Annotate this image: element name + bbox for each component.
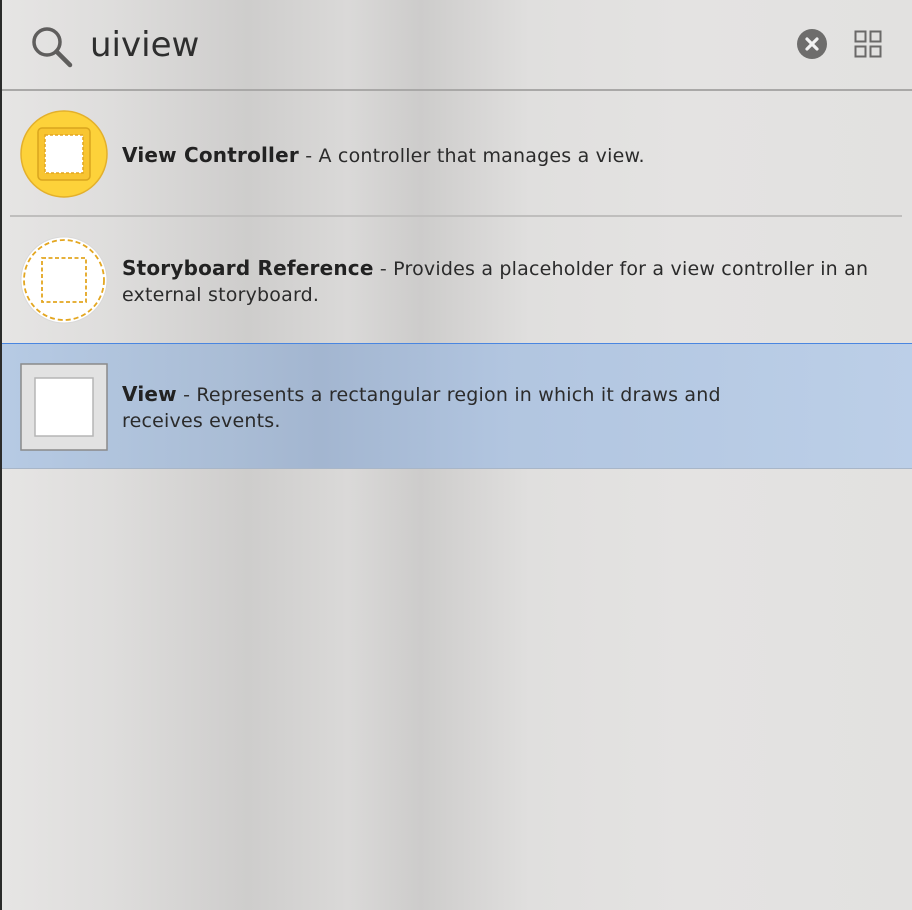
list-item-description: Represents a rectangular region in which… (122, 384, 721, 432)
view-controller-icon (20, 110, 108, 198)
list-item-text: Storyboard Reference - Provides a placeh… (122, 255, 882, 308)
search-bar (2, 0, 912, 91)
list-item-view-controller[interactable]: View Controller - A controller that mana… (2, 93, 912, 217)
close-circle-icon (805, 37, 819, 51)
list-item-text: View - Represents a rectangular region i… (122, 381, 762, 434)
list-item-separator: - (373, 258, 394, 280)
view-icon (20, 363, 108, 451)
list-item-title: View Controller (122, 143, 299, 167)
list-item-description: A controller that manages a view. (318, 145, 645, 167)
list-item-view-selected[interactable]: View - Represents a rectangular region i… (2, 343, 912, 469)
list-item-separator: - (298, 145, 319, 167)
list-item-storyboard-reference[interactable]: Storyboard Reference - Provides a placeh… (2, 217, 912, 343)
list-item-separator: - (176, 384, 197, 406)
search-input[interactable] (90, 22, 770, 68)
list-item-title: View (122, 382, 177, 406)
storyboard-reference-icon (20, 236, 108, 324)
library-panel: View Controller - A controller that mana… (2, 0, 912, 910)
search-icon (32, 27, 73, 68)
list-item-title: Storyboard Reference (122, 256, 374, 280)
list-item-text: View Controller - A controller that mana… (122, 142, 882, 169)
clear-search-button[interactable] (797, 29, 827, 59)
grid-view-icon[interactable] (854, 30, 882, 58)
